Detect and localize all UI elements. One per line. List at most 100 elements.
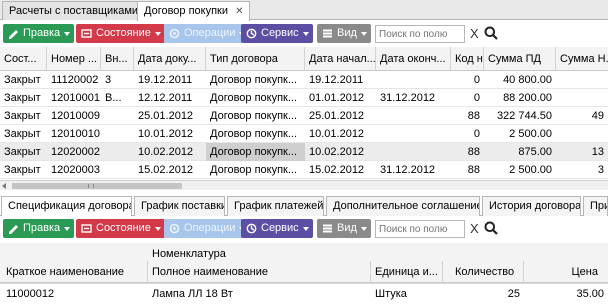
tab-purchase-contract[interactable]: Договор покупки ✕ [137,1,251,21]
search-input[interactable] [375,220,465,238]
wrench-icon [246,28,257,39]
table-row[interactable]: Закрыт 12010001 В... 12.12.2011 Договор … [0,89,608,107]
cell-code: 88 [467,110,480,122]
tab-label: История договора [489,200,581,212]
service-label: Сервис [261,222,299,234]
col-header-contract-type[interactable]: Тип договора [206,47,305,71]
grid-header: Сост... Номер ... Вн... Дата доку... Тип… [0,47,608,71]
view-icon [323,224,332,233]
cell-end-date [376,125,451,143]
cell-doc-date: 15.02.2012 [138,164,194,176]
operations-button[interactable]: Операции [164,24,250,43]
col-header-quantity[interactable]: Количество [443,261,524,283]
cell-sum-pd: 40 800.00 [503,74,552,86]
view-button[interactable]: Вид [317,24,371,43]
col-header-short-name[interactable]: Краткое наименование [0,261,148,283]
table-row[interactable]: Закрыт 12020003 15.02.2012 Договор покуп… [0,161,608,179]
cell-sum-n: 13 [591,146,604,158]
cell-start-date: 01.01.2012 [309,92,365,104]
state-label: Состояние [96,27,151,39]
cell-sum-pd: 88 200.00 [503,92,552,104]
chevron-down-icon [154,227,161,231]
state-button[interactable]: Состояние [76,24,165,43]
cell-code: 88 [467,164,480,176]
cell-code: 0 [473,74,480,86]
cell-sum-n [556,71,608,89]
tab-delivery-schedule[interactable]: График поставки [134,196,225,216]
cell-sum-n: 3 [597,164,604,176]
tab-more[interactable]: При... [583,196,608,216]
search-icon[interactable] [484,221,498,235]
cell-internal [101,143,134,161]
cell-number: 12010009 [51,110,100,122]
tab-additional-agreement[interactable]: Дополнительное соглашение [326,196,480,216]
tab-label: Спецификация договора [8,200,132,212]
cell-sum-pd: 875.00 [518,146,552,158]
chevron-down-icon [154,32,161,36]
cell-end-date [376,143,451,161]
table-row[interactable]: Закрыт 11120002 3 19.12.2011 Договор пок… [0,71,608,89]
col-header-price[interactable]: Цена [524,261,608,283]
col-header-code[interactable]: Код н... [451,47,484,71]
cell-end-date: 31.12.2012 [380,164,436,176]
cell-contract-type: Договор покупк... [210,164,298,176]
table-row[interactable]: Закрыт 12010009 25.01.2012 Договор покуп… [0,107,608,125]
cell-end-date [376,71,451,89]
horizontal-scrollbar[interactable] [0,180,608,190]
cell-state: Закрыт [4,74,41,86]
cell-contract-type: Договор покупк... [210,92,298,104]
cell-contract-type: Договор покупк... [210,128,298,140]
col-header-end-date[interactable]: Дата оконч... [376,47,451,71]
scroll-left-icon[interactable] [2,183,6,189]
service-button[interactable]: Сервис [241,24,313,43]
cell-doc-date: 10.01.2012 [138,128,194,140]
tab-payment-schedule[interactable]: График платежей [227,196,324,216]
col-header-full-name[interactable]: Полное наименование [148,261,371,283]
col-header-sum-n[interactable]: Сумма Н... [556,47,608,71]
table-row[interactable]: 11000012 Лампа ЛЛ 18 Вт Штука 25 35.00 [0,283,608,303]
col-header-state[interactable]: Сост... [0,47,47,71]
col-header-sum-pd[interactable]: Сумма ПД [484,47,556,71]
edit-button[interactable]: Правка [3,219,75,238]
service-button[interactable]: Сервис [241,219,313,238]
state-label: Состояние [96,222,151,234]
tab-contract-history[interactable]: История договора [482,196,581,216]
state-button[interactable]: Состояние [76,219,165,238]
clear-search-button[interactable]: X [470,221,479,236]
gear-icon [169,28,180,39]
search-input[interactable] [375,25,465,43]
col-header-unit[interactable]: Единица и... [371,261,443,283]
tab-supplier-settlements[interactable]: Расчеты с поставщиками [2,1,146,20]
chevron-down-icon [64,32,71,36]
col-header-number[interactable]: Номер ... [47,47,101,71]
table-row[interactable]: Закрыт 12010010 10.01.2012 Договор покуп… [0,125,608,143]
cell-contract-type-focused[interactable]: Договор покупк... [206,143,305,161]
col-header-internal[interactable]: Вн... [101,47,134,71]
cell-start-date: 10.02.2012 [309,146,365,158]
cell-internal [101,107,134,125]
cell-doc-date: 10.02.2012 [138,146,194,158]
view-button[interactable]: Вид [317,219,371,238]
spec-grid: Номенклатура Краткое наименование Полное… [0,243,608,308]
scrollbar-thumb[interactable] [12,183,182,189]
col-header-start-date[interactable]: Дата начал... [305,47,376,71]
table-row-selected[interactable]: Закрыт 12020002 10.02.2012 Договор покуп… [0,143,608,161]
operations-button[interactable]: Операции [164,219,250,238]
cell-doc-date: 19.12.2011 [138,74,193,86]
cell-internal [101,125,134,143]
cell-sum-n: 49 [591,110,604,122]
cell-sum-n [556,125,608,143]
cell-unit: Штука [375,288,407,300]
search-icon[interactable] [484,26,498,40]
chevron-down-icon [302,32,309,36]
pencil-icon [9,30,18,39]
chevron-down-icon [360,32,367,36]
tab-contract-spec[interactable]: Спецификация договора [1,196,132,217]
cell-price: 35.00 [576,288,604,300]
edit-button[interactable]: Правка [3,24,75,43]
col-header-doc-date[interactable]: Дата доку... [134,47,206,71]
cell-sum-pd: 2 500.00 [509,164,552,176]
tab-label: Дополнительное соглашение [333,200,480,212]
clear-search-button[interactable]: X [470,26,479,41]
close-icon[interactable]: ✕ [235,6,243,17]
